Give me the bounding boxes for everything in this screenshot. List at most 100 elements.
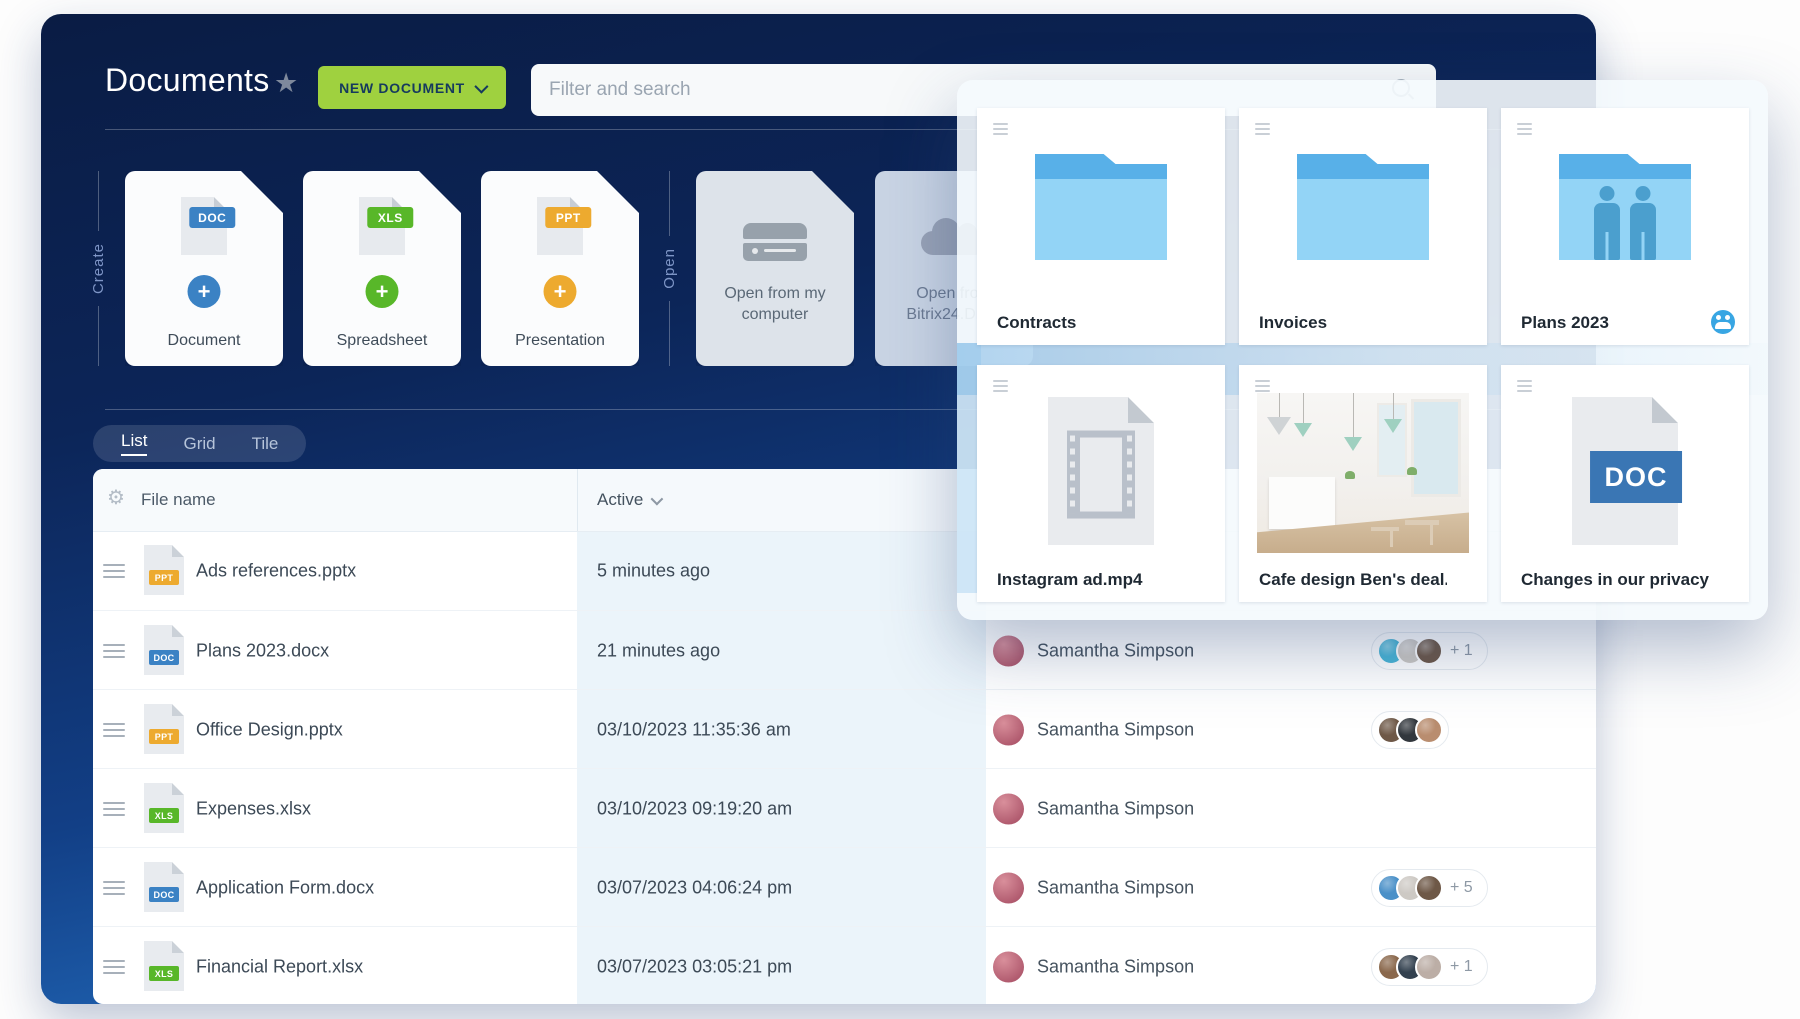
- open-from-computer-card[interactable]: Open from my computer: [696, 171, 854, 366]
- file-icon-ppt: PPT: [144, 545, 184, 595]
- tile-grid: Contracts Invoices Plans 2023: [977, 108, 1749, 602]
- create-spreadsheet-card[interactable]: XLS + Spreadsheet: [303, 171, 461, 366]
- file-icon-xls: XLS: [144, 783, 184, 833]
- grid-tile-invoices-folder[interactable]: Invoices: [1239, 108, 1487, 345]
- file-name[interactable]: Financial Report.xlsx: [196, 956, 363, 977]
- tile-drag-handle-icon[interactable]: [1255, 123, 1270, 135]
- file-icon-xls: XLS: [144, 941, 184, 991]
- file-modified: 5 minutes ago: [597, 560, 710, 581]
- person-icon: [1630, 186, 1656, 260]
- chevron-down-icon: [651, 492, 664, 505]
- file-name[interactable]: Office Design.pptx: [196, 719, 343, 740]
- grid-tile-plans-shared-folder[interactable]: Plans 2023: [1501, 108, 1749, 345]
- file-icon-doc: DOC: [144, 862, 184, 912]
- avatar: [993, 793, 1024, 824]
- drag-handle-icon[interactable]: [103, 564, 125, 578]
- plus-icon[interactable]: +: [366, 275, 399, 308]
- create-card-label: Presentation: [481, 332, 639, 350]
- folder-icon: [1035, 154, 1167, 260]
- table-row[interactable]: XLS Expenses.xlsx 03/10/2023 09:19:20 am…: [93, 768, 1596, 848]
- file-icon-doc: DOC: [144, 625, 184, 675]
- gear-icon[interactable]: ⚙: [107, 488, 125, 508]
- file-name[interactable]: Plans 2023.docx: [196, 640, 329, 661]
- file-creator: Samantha Simpson: [993, 951, 1194, 982]
- xls-badge: XLS: [367, 207, 413, 228]
- drag-handle-icon[interactable]: [103, 881, 125, 895]
- create-card-label: Document: [125, 332, 283, 350]
- grid-tile-doc-file[interactable]: DOC Changes in our privacy polic...: [1501, 365, 1749, 602]
- grid-tile-contracts-folder[interactable]: Contracts: [977, 108, 1225, 345]
- favorite-star-icon[interactable]: ★: [274, 68, 298, 99]
- shared-users-icon: [1711, 310, 1735, 334]
- table-row[interactable]: DOC Plans 2023.docx 21 minutes ago Saman…: [93, 610, 1596, 690]
- tile-drag-handle-icon[interactable]: [993, 123, 1008, 135]
- ppt-badge: PPT: [545, 207, 591, 228]
- file-name[interactable]: Application Form.docx: [196, 877, 374, 898]
- new-document-button[interactable]: NEW DOCUMENT: [318, 66, 506, 109]
- tile-label: Contracts: [997, 313, 1185, 333]
- grid-tile-video-file[interactable]: Instagram ad.mp4: [977, 365, 1225, 602]
- file-name[interactable]: Ads references.pptx: [196, 560, 356, 581]
- tab-list[interactable]: List: [121, 431, 147, 456]
- file-creator: Samantha Simpson: [993, 872, 1194, 903]
- tile-drag-handle-icon[interactable]: [1517, 123, 1532, 135]
- tile-label: Cafe design Ben's deal.jpg: [1259, 570, 1447, 590]
- plus-icon[interactable]: +: [188, 275, 221, 308]
- table-row[interactable]: PPT Office Design.pptx 03/10/2023 11:35:…: [93, 689, 1596, 769]
- tile-drag-handle-icon[interactable]: [993, 380, 1008, 392]
- film-strip-icon: [1067, 431, 1135, 519]
- page-title: Documents: [105, 62, 270, 99]
- doc-badge: DOC: [189, 207, 235, 228]
- shared-users-pill[interactable]: + 1: [1371, 632, 1488, 670]
- tile-label: Plans 2023: [1521, 313, 1709, 333]
- shared-users-pill[interactable]: + 1: [1371, 948, 1488, 986]
- drag-handle-icon[interactable]: [103, 723, 125, 737]
- person-icon: [1594, 186, 1620, 260]
- file-modified: 21 minutes ago: [597, 640, 720, 661]
- drag-handle-icon[interactable]: [103, 644, 125, 658]
- file-modified: 03/10/2023 09:19:20 am: [597, 798, 792, 819]
- tab-tile[interactable]: Tile: [252, 434, 279, 454]
- create-presentation-card[interactable]: PPT + Presentation: [481, 171, 639, 366]
- plus-icon[interactable]: +: [544, 275, 577, 308]
- file-creator: Samantha Simpson: [993, 714, 1194, 745]
- avatar: [993, 714, 1024, 745]
- grid-tile-image-file[interactable]: Cafe design Ben's deal.jpg: [1239, 365, 1487, 602]
- drag-handle-icon[interactable]: [103, 960, 125, 974]
- avatar: [1415, 716, 1443, 744]
- tab-grid[interactable]: Grid: [183, 434, 215, 454]
- tile-drag-handle-icon[interactable]: [1517, 380, 1532, 392]
- tile-label: Changes in our privacy polic...: [1521, 570, 1709, 590]
- cafe-photo-thumbnail: [1257, 393, 1469, 553]
- column-header-file-name[interactable]: File name: [141, 490, 216, 510]
- file-creator: Samantha Simpson: [993, 635, 1194, 666]
- table-row[interactable]: DOC Application Form.docx 03/07/2023 04:…: [93, 847, 1596, 927]
- create-card-label: Spreadsheet: [303, 332, 461, 350]
- avatar: [993, 635, 1024, 666]
- table-row[interactable]: XLS Financial Report.xlsx 03/07/2023 03:…: [93, 926, 1596, 1004]
- file-modified: 03/07/2023 04:06:24 pm: [597, 877, 792, 898]
- drive-grid-popup: Contracts Invoices Plans 2023: [957, 80, 1768, 620]
- new-document-label: NEW DOCUMENT: [339, 80, 465, 96]
- column-header-active[interactable]: Active: [597, 490, 660, 510]
- file-modified: 03/07/2023 03:05:21 pm: [597, 956, 792, 977]
- shared-users-pill[interactable]: [1371, 711, 1449, 749]
- file-name[interactable]: Expenses.xlsx: [196, 798, 311, 819]
- tile-label: Invoices: [1259, 313, 1447, 333]
- open-card-label: Open from my computer: [706, 284, 844, 326]
- documents-app-screen: Documents ★ NEW DOCUMENT Create DOC + Do…: [0, 0, 1800, 1019]
- tile-drag-handle-icon[interactable]: [1255, 380, 1270, 392]
- avatar: [993, 951, 1024, 982]
- shared-folder-icon: [1559, 154, 1691, 260]
- doc-badge: DOC: [1590, 451, 1682, 503]
- file-icon-ppt: PPT: [144, 704, 184, 754]
- avatar: [1415, 874, 1443, 902]
- video-file-icon: [1048, 397, 1154, 545]
- create-document-card[interactable]: DOC + Document: [125, 171, 283, 366]
- file-modified: 03/10/2023 11:35:36 am: [597, 719, 791, 740]
- avatar: [1415, 637, 1443, 665]
- shared-users-pill[interactable]: + 5: [1371, 869, 1488, 907]
- folder-icon: [1297, 154, 1429, 260]
- drag-handle-icon[interactable]: [103, 802, 125, 816]
- column-divider: [577, 469, 578, 531]
